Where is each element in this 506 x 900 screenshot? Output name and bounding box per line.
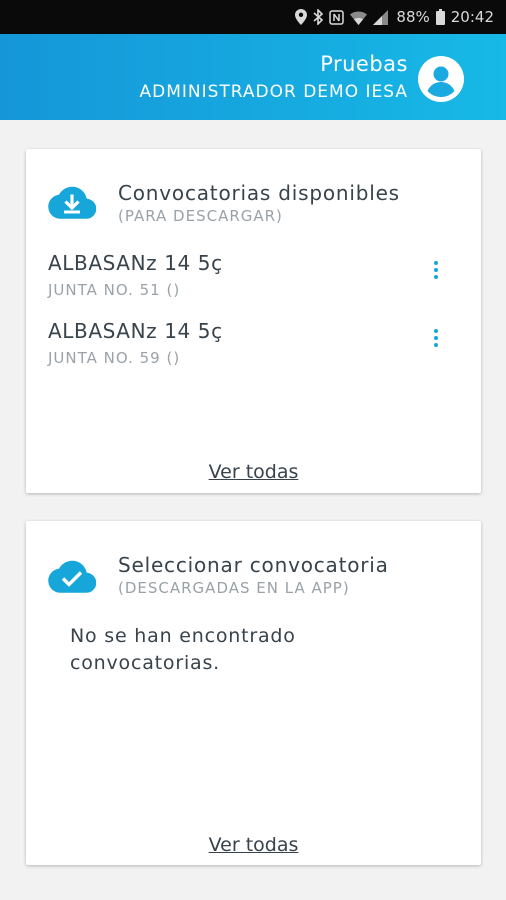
nfc-icon — [329, 9, 345, 25]
call-item-title[interactable]: ALBASANz 14 5ç — [48, 251, 223, 275]
clock: 20:42 — [450, 8, 494, 26]
account-circle-icon[interactable] — [418, 56, 464, 102]
call-item-title[interactable]: ALBASANz 14 5ç — [48, 319, 223, 343]
call-item-subtitle: JUNTA NO. 59 () — [48, 349, 181, 367]
header-title: Pruebas — [320, 52, 408, 76]
select-call-card: Seleccionar convocatoria (DESCARGADAS EN… — [26, 521, 481, 865]
call-item-subtitle: JUNTA NO. 51 () — [48, 281, 181, 299]
bluetooth-icon — [313, 9, 324, 25]
battery-level: 88% — [396, 8, 430, 26]
battery-icon — [435, 9, 445, 25]
more-options-icon[interactable] — [426, 323, 446, 353]
cloud-download-icon — [48, 185, 97, 221]
more-options-icon[interactable] — [426, 255, 446, 285]
available-calls-card: Convocatorias disponibles (PARA DESCARGA… — [26, 149, 481, 493]
see-all-available-link[interactable]: Ver todas — [26, 461, 481, 483]
location-icon — [295, 9, 308, 25]
card-subtitle: (DESCARGADAS EN LA APP) — [118, 579, 350, 597]
signal-icon — [373, 9, 389, 25]
card-title: Seleccionar convocatoria — [118, 553, 389, 577]
cloud-done-icon — [48, 559, 97, 595]
wifi-icon — [350, 10, 368, 25]
app-header: Pruebas ADMINISTRADOR DEMO IESA — [0, 34, 506, 120]
see-all-selected-link[interactable]: Ver todas — [26, 834, 481, 856]
status-bar: 88% 20:42 — [0, 0, 506, 34]
empty-state-message: No se han encontrado convocatorias. — [70, 625, 296, 674]
header-subtitle: ADMINISTRADOR DEMO IESA — [139, 82, 408, 102]
card-subtitle: (PARA DESCARGAR) — [118, 207, 283, 225]
card-title: Convocatorias disponibles — [118, 181, 400, 205]
